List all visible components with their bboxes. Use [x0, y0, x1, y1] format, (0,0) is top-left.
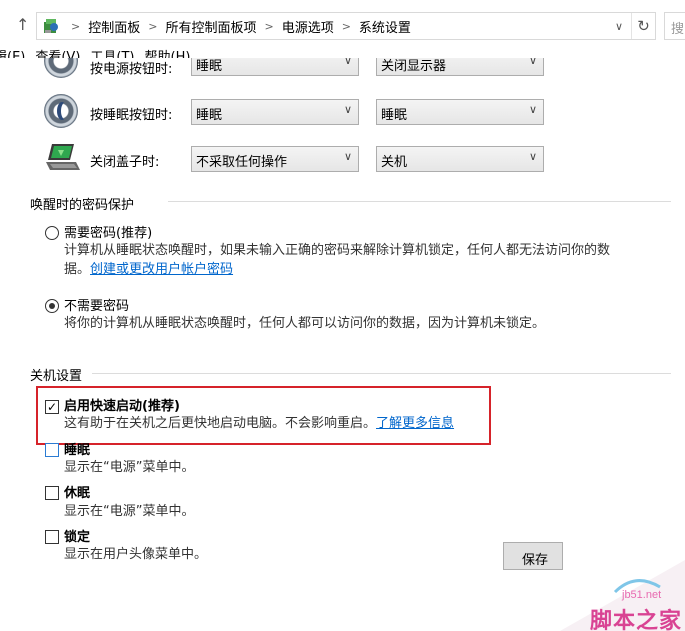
watermark-url: jb51.net [622, 589, 662, 601]
lock-title: 锁定 [64, 530, 91, 545]
divider [92, 373, 671, 374]
dropdown-value: 关机 [381, 155, 408, 170]
no-password-radio[interactable] [45, 299, 59, 313]
sleep-checkbox[interactable] [45, 443, 59, 457]
require-password-description: 计算机从睡眠状态唤醒时，如果未输入正确的密码来解除计算机锁定，任何人都无法访问你… [64, 241, 664, 279]
hibernate-description: 显示在“电源”菜单中。 [64, 504, 195, 519]
sleep-button-icon [44, 94, 78, 128]
address-bar-area: ↑ > 控制面板 > 所有控制面板项 > 电源选项 > 系统设置 ∨ ↻ 搜 [0, 0, 685, 50]
sleep-button-battery-dropdown[interactable]: 睡眠 ∨ [191, 99, 359, 125]
breadcrumb-item-system-settings[interactable]: 系统设置 [359, 17, 411, 36]
control-panel-icon [41, 16, 63, 36]
divider [168, 201, 671, 202]
watermark-text: 脚本之家 [590, 609, 683, 631]
sleep-description: 显示在“电源”菜单中。 [64, 460, 195, 475]
chevron-down-icon: ∨ [528, 103, 537, 116]
dropdown-value: 睡眠 [196, 59, 223, 74]
lock-checkbox[interactable] [45, 530, 59, 544]
chevron-down-icon[interactable]: ∨ [608, 13, 630, 39]
no-password-title: 不需要密码 [64, 299, 130, 314]
lock-description: 显示在用户头像菜单中。 [64, 547, 208, 562]
lid-close-battery-dropdown[interactable]: 不采取任何操作 ∨ [191, 146, 359, 172]
lid-close-plugged-dropdown[interactable]: 关机 ∨ [376, 146, 544, 172]
fast-startup-checkbox[interactable]: ✓ [45, 400, 59, 414]
search-input[interactable]: 搜 [664, 12, 685, 40]
power-button-icon [44, 58, 78, 78]
create-password-link[interactable]: 创建或更改用户帐户密码 [90, 262, 233, 277]
learn-more-link[interactable]: 了解更多信息 [376, 416, 454, 431]
shutdown-group-heading: 关机设置 [30, 369, 83, 384]
breadcrumb-item-power-options[interactable]: 电源选项 [282, 17, 334, 36]
chevron-down-icon: ∨ [343, 150, 352, 163]
breadcrumb-separator: > [264, 19, 274, 33]
laptop-lid-icon [44, 142, 82, 178]
fast-startup-description: 这有助于在关机之后更快地启动电脑。不会影响重启。了解更多信息 [64, 414, 454, 433]
power-button-battery-dropdown[interactable]: 睡眠 ∨ [191, 58, 359, 76]
chevron-down-icon: ∨ [343, 58, 352, 67]
fast-startup-title: 启用快速启动(推荐) [64, 399, 180, 414]
dropdown-value: 睡眠 [196, 108, 223, 123]
refresh-icon[interactable]: ↻ [631, 13, 655, 39]
no-password-description: 将你的计算机从睡眠状态唤醒时，任何人都可以访问你的数据，因为计算机未锁定。 [64, 316, 546, 331]
settings-content: 按电源按钮时: 睡眠 ∨ 关闭显示器 ∨ 按睡眠按钮时: 睡眠 ∨ 睡眠 ∨ 关… [0, 58, 685, 631]
breadcrumb-separator: > [341, 19, 351, 33]
sleep-button-plugged-dropdown[interactable]: 睡眠 ∨ [376, 99, 544, 125]
power-button-plugged-dropdown[interactable]: 关闭显示器 ∨ [376, 58, 544, 76]
require-password-title: 需要密码(推荐) [64, 226, 153, 241]
moon-icon [57, 102, 67, 120]
power-button-label: 按电源按钮时: [90, 62, 173, 77]
hibernate-checkbox[interactable] [45, 486, 59, 500]
dropdown-value: 不采取任何操作 [196, 155, 288, 170]
sleep-button-label: 按睡眠按钮时: [90, 108, 173, 123]
password-group-heading: 唤醒时的密码保护 [30, 198, 135, 213]
dropdown-value: 关闭显示器 [381, 59, 447, 74]
require-password-desc-line2: 据。创建或更改用户帐户密码 [64, 260, 664, 279]
sleep-title: 睡眠 [64, 443, 91, 458]
require-password-desc-line1: 计算机从睡眠状态唤醒时，如果未输入正确的密码来解除计算机锁定，任何人都无法访问你… [64, 243, 611, 258]
chevron-down-icon: ∨ [343, 103, 352, 116]
chevron-down-icon: ∨ [528, 150, 537, 163]
require-password-radio[interactable] [45, 226, 59, 240]
chevron-down-icon: ∨ [528, 58, 537, 67]
lid-close-label: 关闭盖子时: [90, 155, 160, 170]
address-box[interactable]: > 控制面板 > 所有控制面板项 > 电源选项 > 系统设置 ∨ ↻ [36, 12, 656, 40]
breadcrumb-separator: > [148, 19, 158, 33]
up-arrow-icon[interactable]: ↑ [16, 16, 32, 34]
breadcrumb-item-all-items[interactable]: 所有控制面板项 [165, 17, 256, 36]
dropdown-value: 睡眠 [381, 108, 408, 123]
fast-startup-desc-text: 这有助于在关机之后更快地启动电脑。不会影响重启。 [64, 416, 377, 431]
require-password-desc-prefix: 据。 [64, 262, 91, 277]
breadcrumb: > 控制面板 > 所有控制面板项 > 电源选项 > 系统设置 [63, 13, 411, 39]
hibernate-title: 休眠 [64, 486, 91, 501]
breadcrumb-separator: > [71, 19, 81, 33]
breadcrumb-item-control-panel[interactable]: 控制面板 [88, 17, 140, 36]
